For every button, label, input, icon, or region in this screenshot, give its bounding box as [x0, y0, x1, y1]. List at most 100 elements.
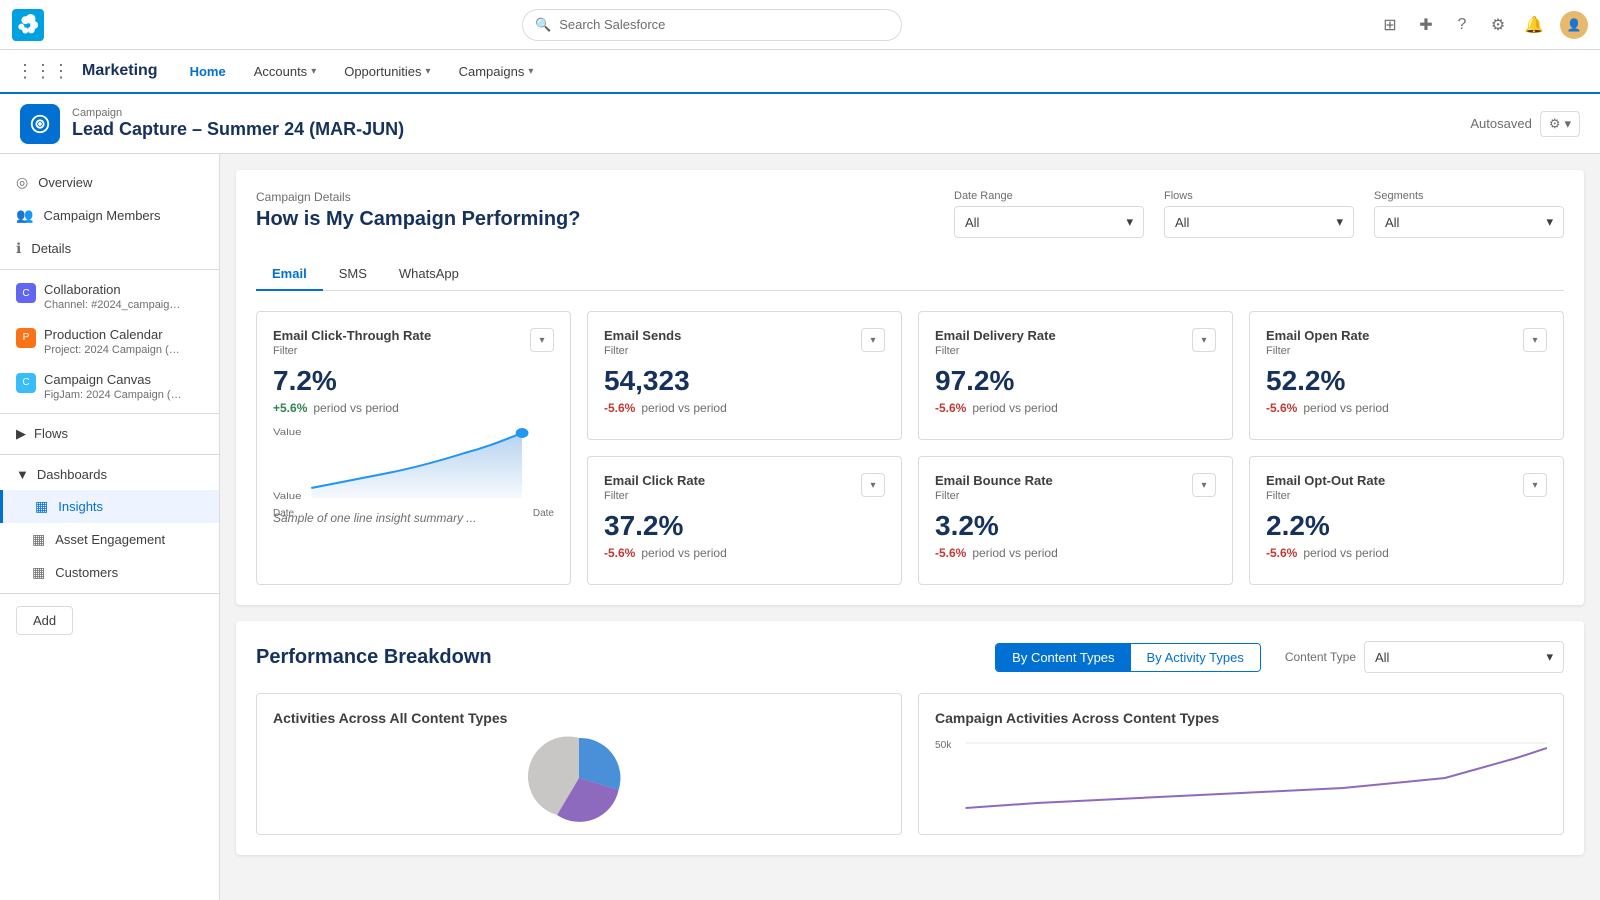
production-cal-sub-label: Project: 2024 Campaign (Exa...	[44, 344, 184, 356]
perf-controls: By Content Types By Activity Types Conte…	[995, 641, 1564, 673]
metric-filter-cr: Filter	[604, 490, 705, 502]
sidebar-item-overview[interactable]: ◎ Overview	[0, 166, 219, 199]
flows-filter-select[interactable]: All ▾	[1164, 206, 1354, 238]
metric-filter-dr: Filter	[935, 345, 1056, 357]
production-cal-text: Production Calendar Project: 2024 Campai…	[44, 327, 184, 356]
flows-filter-value: All	[1175, 215, 1189, 230]
campaign-performance-panel: Campaign Details How is My Campaign Perf…	[236, 170, 1584, 605]
line-chart: 50k	[935, 738, 1547, 818]
record-header: Campaign Lead Capture – Summer 24 (MAR-J…	[0, 94, 1600, 154]
segments-filter-value: All	[1385, 215, 1399, 230]
autosaved-settings-button[interactable]: ⚙ ▾	[1540, 111, 1580, 137]
bell-icon[interactable]: 🔔	[1524, 15, 1544, 35]
record-type-label: Campaign	[72, 107, 404, 119]
perf-breakdown-header: Performance Breakdown By Content Types B…	[256, 641, 1564, 673]
search-placeholder-text: Search Salesforce	[559, 17, 665, 32]
salesforce-logo	[12, 9, 44, 41]
btn-by-activity-types[interactable]: By Activity Types	[1131, 644, 1260, 671]
sidebar-item-asset-engagement[interactable]: ▦ Asset Engagement	[0, 523, 219, 556]
metric-filter-btn-dr[interactable]: ▾	[1192, 328, 1216, 352]
settings-icon[interactable]: ⚙	[1488, 15, 1508, 35]
sidebar-item-campaign-members[interactable]: 👥 Campaign Members	[0, 199, 219, 232]
metric-value-sends: 54,323	[604, 365, 885, 397]
sidebar-item-channel[interactable]: C Collaboration Channel: #2024_campaign_…	[0, 274, 219, 319]
tab-email[interactable]: Email	[256, 258, 323, 291]
change-value-ctr: +5.6%	[273, 401, 307, 415]
change-label-oor: period vs period	[1303, 546, 1388, 560]
svg-text:Value: Value	[273, 492, 302, 502]
metric-title-oor: Email Opt-Out Rate	[1266, 473, 1385, 488]
app-grid-icon[interactable]: ⋮⋮⋮	[16, 61, 70, 82]
nav-campaigns-label: Campaigns	[459, 64, 525, 79]
metric-filter-btn-or[interactable]: ▾	[1523, 328, 1547, 352]
date-range-value: All	[965, 215, 979, 230]
flows-label: Flows	[34, 426, 68, 441]
record-header-right: Autosaved ⚙ ▾	[1470, 111, 1580, 137]
customers-label: Customers	[55, 565, 118, 580]
nav-item-home[interactable]: Home	[178, 50, 238, 94]
app-name: Marketing	[82, 62, 158, 80]
sidebar-item-production-calendar[interactable]: P Production Calendar Project: 2024 Camp…	[0, 319, 219, 364]
opportunities-chevron-icon: ▾	[426, 66, 431, 77]
metrics-grid: Email Click-Through Rate Filter ▾ 7.2% +…	[256, 311, 1564, 585]
tab-sms[interactable]: SMS	[323, 258, 383, 291]
add-button[interactable]: Add	[16, 606, 73, 635]
help-icon[interactable]: ?	[1452, 15, 1472, 35]
nav-item-accounts[interactable]: Accounts ▾	[242, 50, 329, 94]
tab-whatsapp[interactable]: WhatsApp	[383, 258, 475, 291]
metric-filter-btn-sends[interactable]: ▾	[861, 328, 885, 352]
metric-card-open-rate: Email Open Rate Filter ▾ 52.2% -5.6% per…	[1249, 311, 1564, 440]
change-label-dr: period vs period	[972, 401, 1057, 415]
content-area: Campaign Details How is My Campaign Perf…	[220, 154, 1600, 900]
svg-text:50k: 50k	[935, 740, 952, 751]
sidebar-divider-4	[0, 593, 219, 594]
grid-icon[interactable]: ⊞	[1380, 15, 1400, 35]
mini-chart-ctr: Value Value Date Date	[273, 423, 554, 503]
plus-icon[interactable]: ✚	[1416, 15, 1436, 35]
channel-tabs: Email SMS WhatsApp	[256, 258, 1564, 291]
campaign-details-label: Campaign Details	[256, 190, 580, 204]
metric-card-header-br: Email Bounce Rate Filter ▾	[935, 473, 1216, 502]
metric-filter-btn-br[interactable]: ▾	[1192, 473, 1216, 497]
sidebar-section-flows[interactable]: ▶ Flows	[0, 418, 219, 450]
change-value-or: -5.6%	[1266, 401, 1297, 415]
pie-chart	[273, 738, 885, 818]
metric-filter-btn-ctr[interactable]: ▾	[530, 328, 554, 352]
user-avatar[interactable]: 👤	[1560, 11, 1588, 39]
sidebar-item-insights[interactable]: ▦ Insights	[0, 490, 219, 523]
metric-filter-sends: Filter	[604, 345, 681, 357]
sidebar-item-details[interactable]: ℹ Details	[0, 232, 219, 265]
bottom-charts-grid: Activities Across All Content Types	[256, 693, 1564, 835]
activities-all-title: Activities Across All Content Types	[273, 710, 885, 726]
nav-item-opportunities[interactable]: Opportunities ▾	[332, 50, 442, 94]
date-range-select[interactable]: All ▾	[954, 206, 1144, 238]
metric-filter-btn-oor[interactable]: ▾	[1523, 473, 1547, 497]
metric-card-header-dr: Email Delivery Rate Filter ▾	[935, 328, 1216, 357]
metric-change-sends: -5.6% period vs period	[604, 401, 885, 415]
campaign-details-left: Campaign Details How is My Campaign Perf…	[256, 190, 580, 231]
content-type-select[interactable]: All ▾	[1364, 641, 1564, 673]
sidebar-details-label: Details	[31, 241, 71, 256]
metric-title-ctr: Email Click-Through Rate	[273, 328, 431, 343]
content-type-value: All	[1375, 650, 1389, 665]
metric-title-or: Email Open Rate	[1266, 328, 1369, 343]
btn-by-content-types[interactable]: By Content Types	[996, 644, 1130, 671]
metric-change-ctr: +5.6% period vs period	[273, 401, 554, 415]
metric-filter-btn-cr[interactable]: ▾	[861, 473, 885, 497]
change-label-ctr: period vs period	[313, 401, 398, 415]
nav-item-campaigns[interactable]: Campaigns ▾	[447, 50, 546, 94]
metric-value-oor: 2.2%	[1266, 510, 1547, 542]
sidebar-section-dashboards[interactable]: ▼ Dashboards	[0, 459, 219, 490]
segments-filter-select[interactable]: All ▾	[1374, 206, 1564, 238]
search-bar[interactable]: 🔍 Search Salesforce	[522, 9, 902, 41]
chart-x-end: Date	[533, 508, 554, 519]
performance-breakdown-panel: Performance Breakdown By Content Types B…	[236, 621, 1584, 855]
sidebar-item-campaign-canvas[interactable]: C Campaign Canvas FigJam: 2024 Campaign …	[0, 364, 219, 409]
svg-text:Value: Value	[273, 428, 302, 438]
content-type-label: Content Type	[1285, 650, 1356, 664]
metric-card-click-rate: Email Click Rate Filter ▾ 37.2% -5.6% pe…	[587, 456, 902, 585]
sidebar-item-customers[interactable]: ▦ Customers	[0, 556, 219, 589]
metric-filter-br: Filter	[935, 490, 1053, 502]
channel-text: Collaboration Channel: #2024_campaign_n.…	[44, 282, 184, 311]
metric-value-dr: 97.2%	[935, 365, 1216, 397]
